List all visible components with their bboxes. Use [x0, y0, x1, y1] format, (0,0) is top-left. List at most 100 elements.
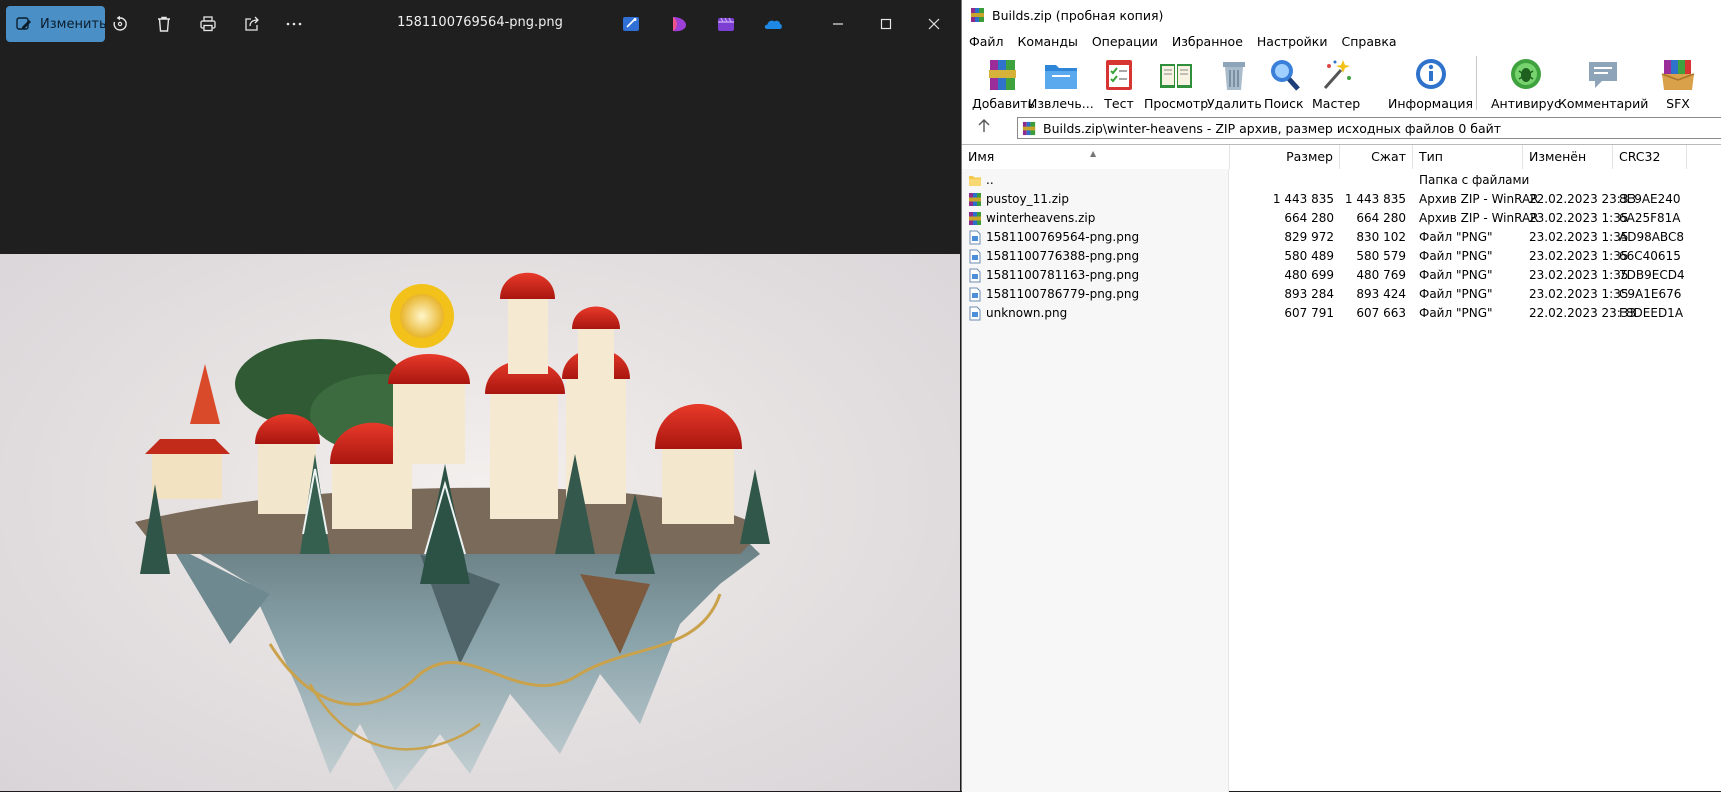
winrar-archive-icon	[969, 193, 981, 206]
file-name: 1581100786779-png.png	[986, 287, 1140, 301]
delete-icon[interactable]	[152, 12, 176, 36]
list-item-png-3[interactable]: 1581100781163-png.png 480 699 480 769 Фа…	[962, 266, 1721, 285]
close-icon[interactable]	[922, 12, 946, 36]
list-item-png-1[interactable]: 1581100769564-png.png 829 972 830 102 Фа…	[962, 228, 1721, 247]
viewer-filename: 1581100769564-png.png	[397, 15, 563, 30]
find-button[interactable]: Поиск	[1264, 56, 1304, 111]
file-type: Архив ZIP - WinRAR	[1419, 211, 1539, 225]
antivirus-bug-icon	[1510, 59, 1541, 89]
file-list-header: Имя ▲ Размер Сжат Тип Изменён CRC32	[962, 145, 1721, 169]
column-header-name-label: Имя	[968, 149, 995, 164]
file-size: 664 280	[1284, 211, 1334, 225]
list-item-parent-folder[interactable]: .. Папка с файлами	[962, 171, 1721, 190]
menu-settings[interactable]: Настройки	[1250, 34, 1335, 49]
file-name: 1581100769564-png.png	[986, 230, 1140, 244]
file-name: winterheavens.zip	[986, 211, 1096, 225]
file-packed-size: 607 663	[1356, 306, 1406, 320]
file-packed-size: 830 102	[1356, 230, 1406, 244]
file-modified: 23.02.2023 1:35	[1529, 230, 1629, 244]
antivirus-button[interactable]: Антивирус	[1491, 56, 1561, 111]
list-item-pustoy-zip[interactable]: pustoy_11.zip 1 443 835 1 443 835 Архив …	[962, 190, 1721, 209]
up-folder-icon[interactable]	[976, 118, 994, 136]
menu-operations[interactable]: Операции	[1085, 34, 1165, 49]
delete-button[interactable]: Удалить	[1207, 56, 1262, 111]
winrar-toolbar: Добавить Извлечь... Тест Просмотр Удалит…	[962, 52, 1721, 112]
extract-folder-icon	[1044, 65, 1077, 89]
column-header-name[interactable]: Имя ▲	[962, 145, 1230, 169]
file-crc32: 6A25F81A	[1619, 211, 1681, 225]
column-header-packed[interactable]: Сжат	[1340, 145, 1413, 169]
menu-help[interactable]: Справка	[1334, 34, 1403, 49]
menu-favorites[interactable]: Избранное	[1165, 34, 1250, 49]
rotate-icon[interactable]	[108, 12, 132, 36]
file-modified: 23.02.2023 1:35	[1529, 211, 1629, 225]
png-file-icon	[969, 268, 981, 283]
file-packed-size: 1 443 835	[1344, 192, 1406, 206]
list-item-unknown-png[interactable]: unknown.png 607 791 607 663 Файл "PNG" 2…	[962, 304, 1721, 323]
file-size	[1230, 171, 1334, 190]
column-header-modified[interactable]: Изменён	[1523, 145, 1613, 169]
menu-commands[interactable]: Команды	[1011, 34, 1085, 49]
file-size: 1 443 835	[1272, 192, 1334, 206]
file-type: Файл "PNG"	[1419, 268, 1493, 282]
designer-icon[interactable]	[621, 14, 641, 34]
test-button[interactable]: Тест	[1100, 56, 1138, 111]
menu-file[interactable]: Файл	[962, 34, 1011, 49]
column-header-crc32[interactable]: CRC32	[1613, 145, 1687, 169]
add-archive-icon	[989, 60, 1017, 90]
file-name: pustoy_11.zip	[986, 192, 1069, 206]
print-icon[interactable]	[196, 12, 220, 36]
view-button-label: Просмотр	[1144, 96, 1209, 111]
sfx-button[interactable]: SFX	[1659, 56, 1697, 111]
file-size: 480 699	[1284, 268, 1334, 282]
search-magnifier-icon	[1270, 60, 1300, 91]
edit-button[interactable]: Изменить	[6, 6, 107, 42]
maximize-icon[interactable]	[874, 12, 898, 36]
file-packed-size	[1340, 171, 1406, 190]
onedrive-icon[interactable]	[763, 14, 783, 34]
file-type: Файл "PNG"	[1419, 230, 1493, 244]
viewer-toolbar: Изменить 1581100769564-png.png	[0, 0, 960, 48]
file-type: Архив ZIP - WinRAR	[1419, 192, 1539, 206]
file-crc32: 8E9AE240	[1619, 192, 1681, 206]
list-item-png-4[interactable]: 1581100786779-png.png 893 284 893 424 Фа…	[962, 285, 1721, 304]
wizard-button[interactable]: Мастер	[1312, 56, 1360, 111]
file-name: 1581100781163-png.png	[986, 268, 1140, 282]
test-checklist-icon	[1106, 60, 1132, 90]
clipchamp-like-icon[interactable]	[669, 14, 689, 34]
video-editor-icon[interactable]	[716, 14, 736, 34]
file-crc32: F8DEED1A	[1619, 306, 1684, 320]
comment-button[interactable]: Комментарий	[1558, 56, 1648, 111]
add-button[interactable]: Добавить	[972, 56, 1035, 111]
extract-button[interactable]: Извлечь...	[1028, 56, 1094, 111]
displayed-image	[0, 254, 960, 791]
winrar-window: Builds.zip (пробная копия) Файл Команды …	[961, 0, 1721, 792]
file-name: unknown.png	[986, 306, 1068, 320]
archive-path-field[interactable]: Builds.zip\winter-heavens - ZIP архив, р…	[1017, 117, 1721, 139]
extract-button-label: Извлечь...	[1028, 96, 1094, 111]
view-button[interactable]: Просмотр	[1144, 56, 1208, 111]
list-item-png-2[interactable]: 1581100776388-png.png 580 489 580 579 Фа…	[962, 247, 1721, 266]
find-button-label: Поиск	[1264, 96, 1304, 111]
edit-button-label: Изменить	[40, 16, 107, 32]
winrar-path-bar: Builds.zip\winter-heavens - ZIP архив, р…	[962, 114, 1721, 142]
column-header-type[interactable]: Тип	[1413, 145, 1523, 169]
file-list: Имя ▲ Размер Сжат Тип Изменён CRC32 .. П…	[962, 144, 1721, 792]
more-icon[interactable]	[282, 12, 306, 36]
toolbar-separator	[1476, 56, 1477, 110]
info-button[interactable]: Информация	[1388, 56, 1473, 111]
file-modified: 23.02.2023 1:35	[1529, 249, 1629, 263]
file-type: Папка с файлами	[1419, 173, 1530, 187]
winrar-window-title: Builds.zip (пробная копия)	[992, 7, 1164, 23]
file-type: Файл "PNG"	[1419, 287, 1493, 301]
file-packed-size: 893 424	[1356, 287, 1406, 301]
column-header-size[interactable]: Размер	[1230, 145, 1340, 169]
comment-button-label: Комментарий	[1558, 96, 1649, 111]
list-item-name: pustoy_11.zip	[968, 190, 1069, 209]
file-name: ..	[986, 173, 994, 187]
list-item-winterheavens-zip[interactable]: winterheavens.zip 664 280 664 280 Архив …	[962, 209, 1721, 228]
wizard-wand-icon	[1323, 60, 1352, 89]
test-button-label: Тест	[1104, 96, 1134, 111]
share-icon[interactable]	[240, 12, 264, 36]
minimize-icon[interactable]	[826, 12, 850, 36]
